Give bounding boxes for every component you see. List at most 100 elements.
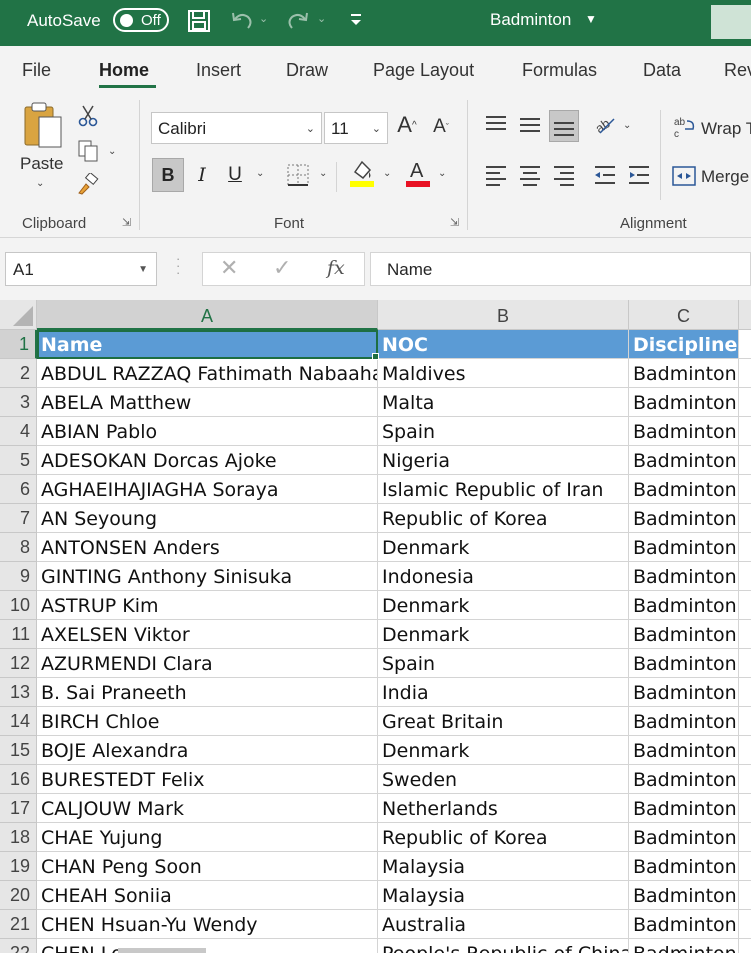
clipboard-launcher-icon[interactable]: ⇲ [122,216,131,229]
header-cell-c[interactable]: Discipline [629,330,739,359]
cell-d[interactable] [739,881,751,910]
cell-a[interactable]: CHEN Long [37,939,378,953]
cell-b[interactable]: Spain [378,649,629,678]
cell-d[interactable] [739,852,751,881]
copy-icon[interactable] [75,138,101,164]
document-title[interactable]: Badminton [490,10,571,30]
paste-label[interactable]: Paste [20,154,63,174]
cell-d[interactable] [739,707,751,736]
cell-a[interactable]: CHAE Yujung [37,823,378,852]
tab-review[interactable]: Rev [724,60,751,81]
orientation-icon[interactable]: ab [591,110,619,138]
horizontal-scrollbar[interactable] [118,948,206,953]
font-name-select[interactable]: Calibri ⌄ [151,112,322,144]
undo-dropdown-icon[interactable]: ⌄ [259,12,268,25]
header-cell-a[interactable]: Name [37,330,378,359]
cell-a[interactable]: ADESOKAN Dorcas Ajoke [37,446,378,475]
search-box[interactable] [711,5,751,39]
header-cell-b[interactable]: NOC [378,330,629,359]
row-header[interactable]: 5 [0,446,37,475]
copy-dropdown-icon[interactable]: ⌄ [108,146,116,157]
redo-icon[interactable] [285,9,311,38]
cell-c[interactable]: Badminton [629,359,739,388]
cell-b[interactable]: Great Britain [378,707,629,736]
cell-b[interactable]: Malta [378,388,629,417]
row-header[interactable]: 11 [0,620,37,649]
cell-c[interactable]: Badminton [629,736,739,765]
bottom-align-icon[interactable] [549,110,579,142]
cell-b[interactable]: Maldives [378,359,629,388]
cell-a[interactable]: CALJOUW Mark [37,794,378,823]
fill-color-dropdown-icon[interactable]: ⌄ [383,168,391,179]
row-header[interactable]: 21 [0,910,37,939]
cell-d[interactable] [739,417,751,446]
font-launcher-icon[interactable]: ⇲ [450,216,459,229]
wrap-text-icon[interactable]: ab c [672,114,698,140]
row-header[interactable]: 3 [0,388,37,417]
cell-b[interactable]: Denmark [378,533,629,562]
cell-c[interactable]: Badminton [629,504,739,533]
cell-b[interactable]: Republic of Korea [378,823,629,852]
row-header[interactable]: 14 [0,707,37,736]
row-header[interactable]: 15 [0,736,37,765]
font-color-icon[interactable]: A [404,158,432,188]
paste-icon[interactable] [20,100,66,152]
row-header[interactable]: 6 [0,475,37,504]
cell-c[interactable]: Badminton [629,852,739,881]
row-header[interactable]: 18 [0,823,37,852]
cell-a[interactable]: ASTRUP Kim [37,591,378,620]
cell-b[interactable]: Australia [378,910,629,939]
font-size-select[interactable]: 11 ⌄ [324,112,388,144]
format-painter-icon[interactable] [76,172,100,196]
cell-b[interactable]: Nigeria [378,446,629,475]
cell-a[interactable]: CHAN Peng Soon [37,852,378,881]
column-header-c[interactable]: C [629,300,739,330]
save-icon[interactable] [187,9,211,38]
cell-a[interactable]: BOJE Alexandra [37,736,378,765]
row-header[interactable]: 8 [0,533,37,562]
cell-d[interactable] [739,620,751,649]
tab-data[interactable]: Data [643,60,681,81]
cell-a[interactable]: CHEAH Soniia [37,881,378,910]
undo-icon[interactable] [229,9,255,38]
cell-d[interactable] [739,736,751,765]
cell-d[interactable] [739,359,751,388]
tab-home[interactable]: Home [99,60,149,81]
cell-c[interactable]: Badminton [629,446,739,475]
cell-b[interactable]: Denmark [378,736,629,765]
formula-input[interactable]: Name [370,252,751,286]
row-header[interactable]: 17 [0,794,37,823]
cell-d[interactable] [739,823,751,852]
merge-center-icon[interactable] [671,164,697,188]
cell-b[interactable]: India [378,678,629,707]
cell-a[interactable]: AGHAEIHAJIAGHA Soraya [37,475,378,504]
cell-a[interactable]: B. Sai Praneeth [37,678,378,707]
cell-a[interactable]: AXELSEN Viktor [37,620,378,649]
insert-function-icon[interactable]: fx [327,257,345,279]
row-header[interactable]: 10 [0,591,37,620]
merge-center-label[interactable]: Merge [701,167,749,187]
cell-b[interactable]: Spain [378,417,629,446]
borders-dropdown-icon[interactable]: ⌄ [319,168,327,179]
cell-a[interactable]: CHEN Hsuan-Yu Wendy [37,910,378,939]
cell-b[interactable]: Indonesia [378,562,629,591]
tab-page-layout[interactable]: Page Layout [373,60,474,81]
cell-c[interactable]: Badminton [629,533,739,562]
cell-b[interactable]: People's Republic of China [378,939,629,953]
decrease-indent-icon[interactable] [591,162,619,188]
cut-icon[interactable] [77,104,99,128]
fill-color-icon[interactable] [348,158,376,188]
borders-icon[interactable] [285,162,311,188]
cell-a[interactable]: ABELA Matthew [37,388,378,417]
row-header[interactable]: 2 [0,359,37,388]
enter-icon[interactable]: ✓ [273,255,291,281]
paste-dropdown-icon[interactable]: ⌄ [36,178,44,189]
name-box[interactable]: A1 ▼ [5,252,157,286]
align-left-icon[interactable] [482,162,510,188]
cell-d[interactable] [739,388,751,417]
cancel-icon[interactable]: ✕ [220,255,238,281]
header-cell-d[interactable] [739,330,751,359]
cell-c[interactable]: Badminton [629,765,739,794]
font-color-dropdown-icon[interactable]: ⌄ [438,168,446,179]
column-header-b[interactable]: B [378,300,629,330]
